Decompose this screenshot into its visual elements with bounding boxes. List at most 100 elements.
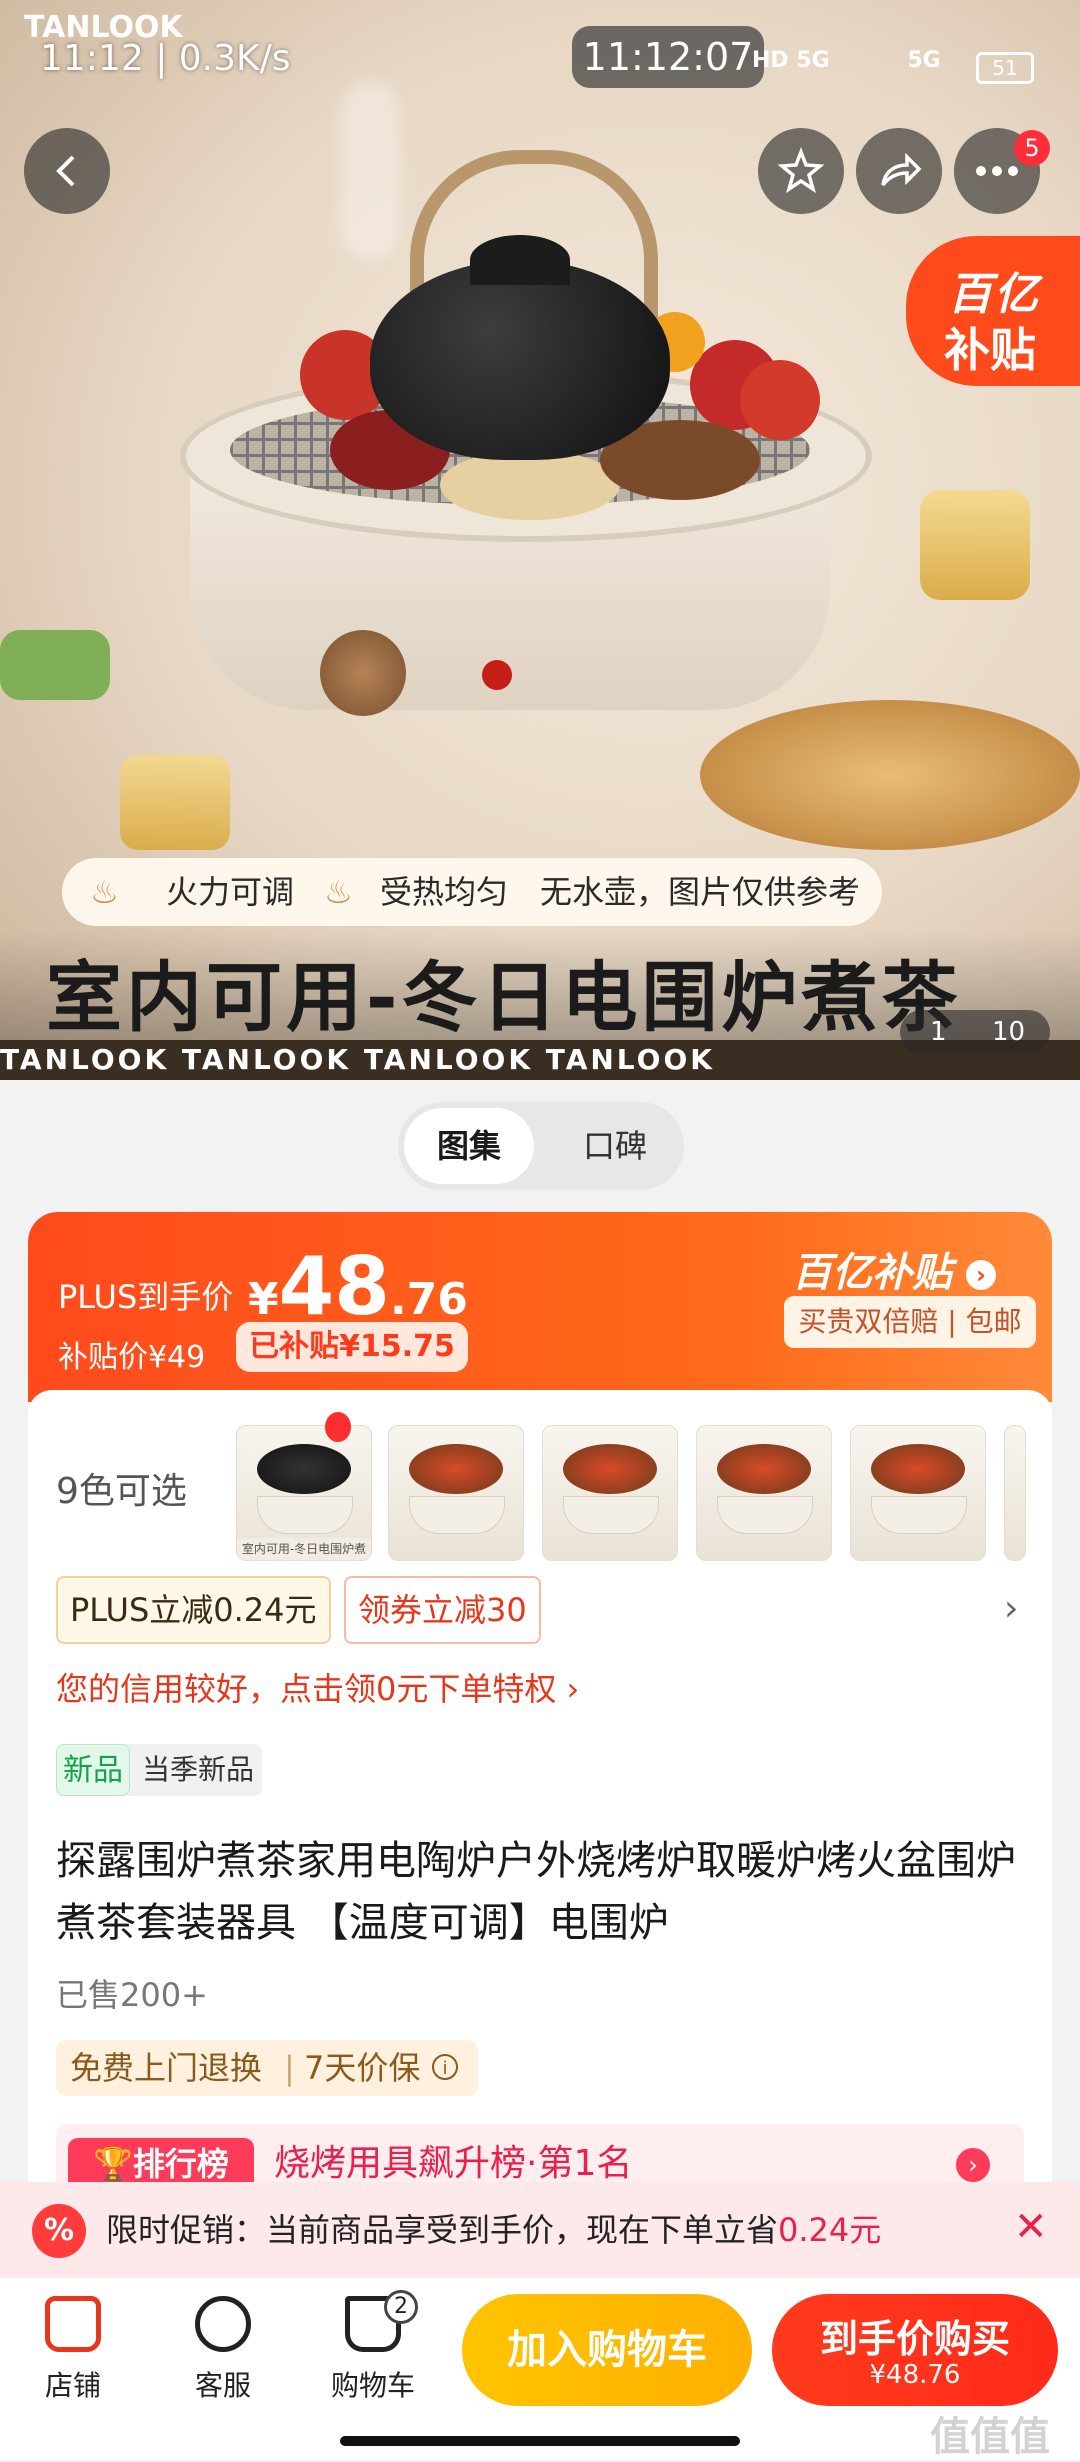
promo-banner[interactable]: % 限时促销：当前商品享受到手价，现在下单立省0.24元 ✕ — [0, 2182, 1080, 2278]
network-hd5g: HD 5G — [752, 48, 830, 73]
trophy-icon: 🏆 — [93, 2145, 133, 2183]
tab-gallery[interactable]: 图集 — [404, 1108, 534, 1184]
billion-subsidy-label: 百亿补贴 — [792, 1250, 952, 1296]
store-label: 店铺 — [44, 2369, 101, 2402]
snack-plate — [700, 700, 1080, 850]
share-icon — [881, 152, 922, 187]
notification-badge: 5 — [1014, 130, 1050, 166]
thumb-stove — [409, 1496, 505, 1534]
credit-privilege-link[interactable]: 您的信用较好，点击领0元下单特权 › — [56, 1664, 579, 1710]
kettle-lid — [470, 235, 570, 285]
peanuts — [440, 450, 620, 520]
buy-now-price: ¥48.76 — [869, 2360, 961, 2390]
thumb-stove — [717, 1496, 813, 1534]
share-button[interactable] — [856, 128, 942, 214]
thumb-caption: 室内可用-冬日电围炉煮茶 — [237, 1538, 371, 1560]
subsidy-tag[interactable]: 百亿 补贴 — [906, 236, 1080, 386]
thumb-food — [871, 1444, 965, 1494]
divider: | — [284, 2049, 295, 2087]
store-icon — [45, 2296, 101, 2352]
new-product-tag: 新品 当季新品 — [56, 1744, 262, 1796]
thumb-food — [409, 1444, 503, 1494]
subsidy-price: 补贴价¥49 — [58, 1340, 206, 1375]
counter-total: 10 — [992, 1017, 1026, 1047]
promo-text: 限时促销：当前商品享受到手价，现在下单立省0.24元 — [106, 2182, 881, 2278]
favorite-button[interactable] — [758, 128, 844, 214]
buy-now-button[interactable]: 到手价购买 ¥48.76 — [772, 2294, 1058, 2406]
service-pill[interactable]: 免费上门退换 | 7天价保 i — [56, 2040, 478, 2096]
thumb-kettle — [257, 1444, 351, 1494]
feature-note: 无水壶，图片仅供参考 — [540, 873, 861, 911]
plus-price-label: PLUS到手价 — [58, 1278, 234, 1316]
close-icon[interactable]: ✕ — [1014, 2204, 1048, 2250]
guarantee-pill: 买贵双倍赔 | 包邮 — [784, 1296, 1036, 1348]
cast-iron-kettle — [370, 260, 670, 460]
battery-icon: 51 — [976, 52, 1034, 84]
tea-cup — [920, 490, 1030, 600]
color-thumb[interactable] — [850, 1425, 986, 1561]
color-thumb[interactable] — [388, 1425, 524, 1561]
tab-reviews[interactable]: 口碑 — [560, 1108, 670, 1184]
chevron-left-icon — [56, 155, 75, 187]
price-integer: 48 — [278, 1240, 390, 1333]
discount-icon: % — [32, 2204, 86, 2258]
cart-label: 购物车 — [330, 2369, 415, 2402]
ranking-badge-label: 排行榜 — [132, 2145, 229, 2183]
price-decimal: .76 — [389, 1274, 468, 1325]
image-counter: 1 10 — [900, 1010, 1050, 1054]
buy-now-label: 到手价购买 — [819, 2317, 1010, 2361]
heat-wave-icon: ♨ — [90, 873, 119, 911]
counter-current: 1 — [930, 1017, 947, 1047]
back-button[interactable] — [24, 128, 110, 214]
billion-subsidy-link[interactable]: 百亿补贴 › — [792, 1240, 996, 1298]
chat-face-icon — [195, 2296, 251, 2352]
chevron-right-icon: › — [956, 2148, 990, 2182]
coupon-discount[interactable]: 领券立减30 — [344, 1576, 541, 1644]
customer-service-label: 客服 — [194, 2369, 251, 2402]
color-thumb[interactable] — [696, 1425, 832, 1561]
status-network: HD 5G 5G — [752, 48, 941, 73]
color-thumb[interactable] — [542, 1425, 678, 1561]
home-indicator[interactable] — [340, 2436, 740, 2446]
hot-flame-icon — [325, 1412, 351, 1442]
sold-count: 已售200+ — [56, 1976, 208, 2014]
tea-cup — [120, 755, 230, 850]
thumb-food — [563, 1444, 657, 1494]
subsidy-tag-line2: 补贴 — [944, 323, 1036, 377]
info-icon[interactable]: i — [432, 2054, 458, 2080]
store-button[interactable]: 店铺 — [18, 2296, 128, 2404]
steam — [340, 80, 400, 260]
feature-pill: ♨ 火力可调 ♨ 受热均匀 无水壶，图片仅供参考 — [62, 858, 882, 926]
feature-adjustable: 火力可调 — [166, 873, 295, 911]
customer-service-button[interactable]: 客服 — [168, 2296, 278, 2404]
thumb-stove — [563, 1496, 659, 1534]
add-to-cart-button[interactable]: 加入购物车 — [462, 2294, 752, 2406]
chevron-right-icon[interactable]: › — [1004, 1588, 1018, 1629]
product-title: 探露围炉煮茶家用电陶炉户外烧烤炉取暖炉烤火盆围炉煮茶套装器具 【温度可调】电围炉 — [56, 1838, 1016, 1946]
network-5g: 5G — [907, 48, 941, 73]
flame-icon: ♨ — [324, 873, 353, 911]
apple — [740, 360, 820, 440]
new-tag-text: 当季新品 — [142, 1753, 255, 1786]
color-count-label[interactable]: 9色可选 — [56, 1462, 187, 1514]
plus-price: ¥48.76 — [248, 1240, 468, 1333]
color-thumb[interactable]: 室内可用-冬日电围炉煮茶 — [236, 1425, 372, 1561]
price-currency: ¥ — [248, 1274, 279, 1325]
new-badge: 新品 — [56, 1744, 130, 1796]
color-thumb[interactable] — [1004, 1425, 1026, 1561]
promo-message: 限时促销：当前商品享受到手价，现在下单立省 — [106, 2211, 779, 2249]
cart-count-badge: 2 — [384, 2290, 418, 2324]
promo-amount: 0.24元 — [778, 2211, 882, 2249]
heat-knob — [320, 630, 406, 716]
hero-headline: 室内可用-冬日电围炉煮茶 — [46, 953, 962, 1042]
thumb-stove — [257, 1496, 353, 1534]
star-icon — [777, 147, 825, 194]
chevron-right-icon: › — [965, 1260, 996, 1290]
free-return: 免费上门退换 — [70, 2049, 263, 2087]
more-dots-icon — [976, 166, 1018, 176]
feature-even-heat: 受热均匀 — [380, 873, 509, 911]
mooncake-decor — [0, 630, 110, 700]
thumb-food — [717, 1444, 811, 1494]
subsidized-amount: 已补贴¥15.75 — [236, 1322, 468, 1372]
plus-discount-coupon[interactable]: PLUS立减0.24元 — [56, 1576, 331, 1644]
